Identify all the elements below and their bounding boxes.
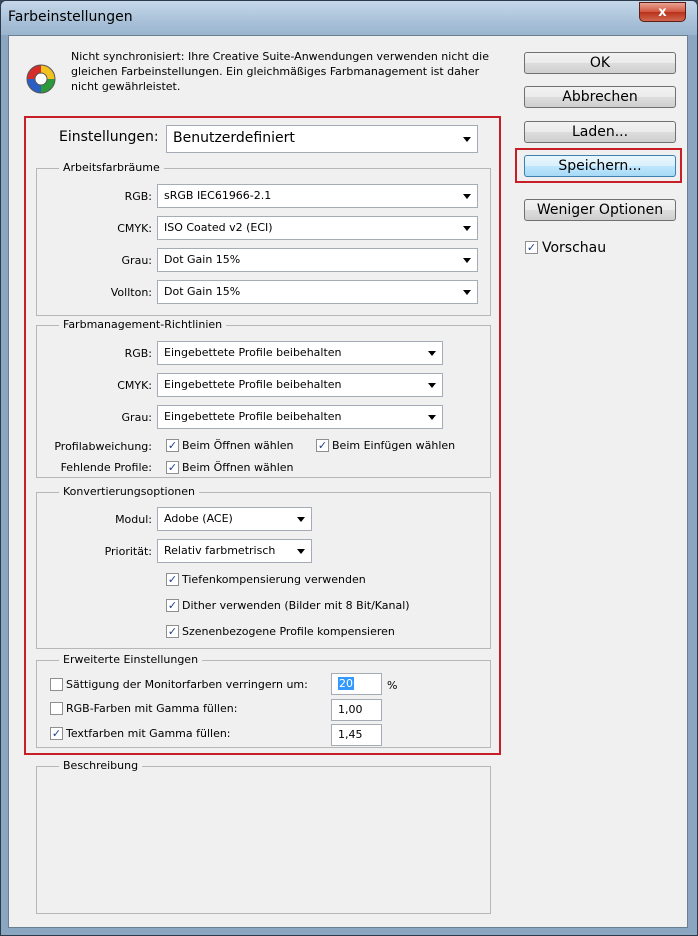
policy-cmyk-value: Eingebettete Profile beibehalten [164,378,342,391]
dialog-client: Nicht synchronisiert: Ihre Creative Suit… [8,35,688,928]
close-icon: x [658,4,667,20]
chevron-down-icon [428,351,436,356]
policy-rgb-label: RGB: [124,347,152,360]
cancel-button[interactable]: Abbrechen [524,86,676,108]
save-button[interactable]: Speichern... [524,155,676,177]
desaturate-unit: % [387,679,398,692]
conversion-title: Konvertierungsoptionen [59,485,200,498]
intent-select[interactable]: Relativ farbmetrisch [157,539,312,563]
title-bar[interactable]: Farbeinstellungen x [1,1,697,35]
workspace-spot-select[interactable]: Dot Gain 15% [157,280,478,304]
window-title: Farbeinstellungen [8,9,133,25]
policy-gray-select[interactable]: Eingebettete Profile beibehalten [157,405,443,429]
fewer-options-button[interactable]: Weniger Optionen [524,199,676,221]
preview-checkbox[interactable]: ✓ [525,241,538,254]
dialog-window: Farbeinstellungen x Nicht synchronisiert… [0,0,698,936]
engine-label: Modul: [115,513,152,526]
blend-text-checkbox[interactable]: ✓ [50,727,63,740]
missing-profiles-label: Fehlende Profile: [60,461,152,474]
preview-label[interactable]: Vorschau [542,240,606,256]
description-title: Beschreibung [59,759,143,772]
blend-rgb-checkbox[interactable] [50,702,63,715]
desaturate-checkbox[interactable] [50,678,63,691]
blend-rgb-label[interactable]: RGB-Farben mit Gamma füllen: [66,702,237,715]
workspace-cmyk-value: ISO Coated v2 (ECI) [164,221,273,234]
settings-label: Einstellungen: [59,129,159,145]
mismatch-open-checkbox[interactable]: ✓ [166,439,179,452]
black-point-checkbox[interactable]: ✓ [166,573,179,586]
chevron-down-icon [463,290,471,295]
scene-referred-checkbox[interactable]: ✓ [166,625,179,638]
profile-mismatch-label: Profilabweichung: [54,440,152,453]
workspace-rgb-select[interactable]: sRGB IEC61966-2.1 [157,184,478,208]
desaturate-input[interactable]: 20 [331,673,382,695]
workspace-gray-label: Grau: [121,254,152,267]
chevron-down-icon [463,226,471,231]
chevron-down-icon [463,194,471,199]
policy-cmyk-select[interactable]: Eingebettete Profile beibehalten [157,373,443,397]
mismatch-paste-checkbox[interactable]: ✓ [316,439,329,452]
black-point-label[interactable]: Tiefenkompensierung verwenden [182,573,366,586]
load-button[interactable]: Laden... [524,121,676,143]
scene-referred-label[interactable]: Szenenbezogene Profile kompensieren [182,625,395,638]
color-wheel-icon [26,64,56,94]
desaturate-value: 20 [338,677,354,690]
workspace-cmyk-label: CMYK: [117,222,152,235]
ok-button[interactable]: OK [524,52,676,74]
chevron-down-icon [463,137,471,142]
workspace-gray-value: Dot Gain 15% [164,253,241,266]
policy-rgb-value: Eingebettete Profile beibehalten [164,346,342,359]
policy-rgb-select[interactable]: Eingebettete Profile beibehalten [157,341,443,365]
chevron-down-icon [428,383,436,388]
sync-warning-text: Nicht synchronisiert: Ihre Creative Suit… [71,50,489,93]
engine-value: Adobe (ACE) [164,512,233,525]
policy-cmyk-label: CMYK: [117,379,152,392]
workspace-cmyk-select[interactable]: ISO Coated v2 (ECI) [157,216,478,240]
policy-gray-value: Eingebettete Profile beibehalten [164,410,342,423]
workspace-spot-value: Dot Gain 15% [164,285,241,298]
policies-title: Farbmanagement-Richtlinien [59,318,227,331]
engine-select[interactable]: Adobe (ACE) [157,507,312,531]
workspace-gray-select[interactable]: Dot Gain 15% [157,248,478,272]
blend-rgb-value: 1,00 [338,703,363,716]
chevron-down-icon [428,415,436,420]
policy-gray-label: Grau: [121,411,152,424]
blend-text-input[interactable]: 1,45 [331,724,382,746]
missing-open-label[interactable]: Beim Öffnen wählen [182,461,294,474]
mismatch-open-label[interactable]: Beim Öffnen wählen [182,439,294,452]
blend-text-value: 1,45 [338,728,363,741]
intent-label: Priorität: [104,545,152,558]
workspace-rgb-value: sRGB IEC61966-2.1 [164,189,272,202]
mismatch-paste-label[interactable]: Beim Einfügen wählen [332,439,455,452]
dither-checkbox[interactable]: ✓ [166,599,179,612]
blend-text-label[interactable]: Textfarben mit Gamma füllen: [66,727,231,740]
advanced-title: Erweiterte Einstellungen [59,653,203,666]
close-button[interactable]: x [639,2,686,22]
desaturate-label[interactable]: Sättigung der Monitorfarben verringern u… [66,678,308,691]
workspace-spot-label: Vollton: [110,286,152,299]
missing-open-checkbox[interactable]: ✓ [166,461,179,474]
description-group: Beschreibung [36,759,491,914]
dither-label[interactable]: Dither verwenden (Bilder mit 8 Bit/Kanal… [182,599,410,612]
blend-rgb-input[interactable]: 1,00 [331,699,382,721]
settings-value: Benutzerdefiniert [173,130,295,146]
workspace-rgb-label: RGB: [124,190,152,203]
workspaces-title: Arbeitsfarbräume [59,161,164,174]
chevron-down-icon [297,549,305,554]
chevron-down-icon [463,258,471,263]
settings-select[interactable]: Benutzerdefiniert [166,125,478,153]
intent-value: Relativ farbmetrisch [164,544,276,557]
chevron-down-icon [297,517,305,522]
